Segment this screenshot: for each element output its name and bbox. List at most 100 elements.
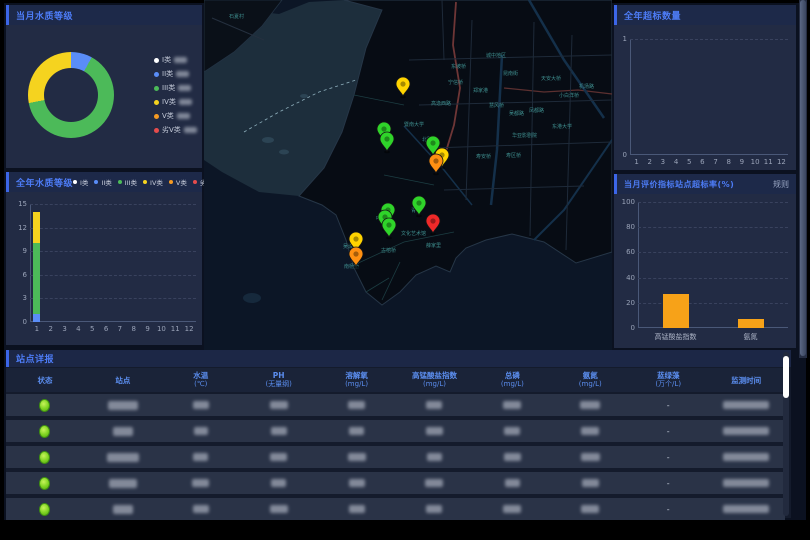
blurred-value <box>177 113 190 119</box>
blurred-value <box>426 427 443 435</box>
table-row[interactable]: - <box>6 446 785 468</box>
legend-item: III类 <box>154 83 197 93</box>
value-cell <box>240 479 318 487</box>
x-tick-label: 12 <box>185 325 194 333</box>
map-island-south <box>243 293 261 303</box>
column-header-状态: 状态 <box>6 376 84 385</box>
gridline <box>30 275 196 276</box>
stacked-bar-chart[interactable]: 03691215123456789101112 <box>30 204 196 322</box>
column-name: 高锰酸盐指数 <box>412 371 457 380</box>
donut-legend: I类II类III类IV类V类劣V类 <box>154 55 197 135</box>
value-cell <box>162 401 240 409</box>
time-cell <box>707 401 785 409</box>
station-table-panel: 站点详报 状态站点水温(℃)PH(无量纲)溶解氧(mg/L)高锰酸盐指数(mg/… <box>6 350 791 518</box>
city-map[interactable]: 石夏村城中地区东坡桥昆南街天安大桥宁信桥机场路郑家港小白洋桥高逸西路慧风桥凤都路… <box>204 0 612 352</box>
column-header-站点: 站点 <box>84 376 162 385</box>
value-cell <box>551 505 629 513</box>
blurred-value <box>184 127 197 133</box>
y-tick-label: 20 <box>619 299 635 307</box>
blurred-value <box>348 453 366 461</box>
legend-dot <box>154 114 159 119</box>
blurred-datetime <box>723 401 769 409</box>
column-header-氨氮: 氨氮(mg/L) <box>551 371 629 389</box>
gridline <box>30 228 196 229</box>
blurred-value <box>425 479 443 487</box>
table-row[interactable]: - <box>6 498 785 520</box>
legend-dot <box>154 128 159 133</box>
rate-bar[interactable] <box>663 294 689 328</box>
table-scrollbar-track[interactable] <box>783 352 789 516</box>
map-place-label: 吴都路 <box>509 110 524 117</box>
value-cell <box>396 505 474 513</box>
panel-title: 当月评价指标站点超标率(%) <box>624 179 734 190</box>
time-cell <box>707 427 785 435</box>
stacked-bar-segment[interactable] <box>33 243 40 314</box>
algae-cell: - <box>629 479 707 488</box>
x-tick-label: 3 <box>661 158 665 166</box>
x-tick-label: 6 <box>104 325 108 333</box>
empty-bar-chart[interactable]: 01123456789101112 <box>630 39 788 155</box>
table-row[interactable]: - <box>6 420 785 442</box>
blurred-datetime <box>723 427 769 435</box>
y-tick-label: 60 <box>619 248 635 256</box>
table-row[interactable]: - <box>6 394 785 416</box>
map-place-label: 东港大学 <box>552 123 572 130</box>
table-row[interactable]: - <box>6 472 785 494</box>
blurred-value <box>581 505 599 513</box>
stacked-bar-segment[interactable] <box>33 314 40 322</box>
panel-header: 全年水质等级 I类II类III类IV类V类劣V类 <box>6 172 202 192</box>
x-tick-label: 4 <box>76 325 80 333</box>
blurred-value <box>349 427 364 435</box>
legend-item: V类 <box>169 177 187 187</box>
legend-label: 劣V类 <box>162 125 181 135</box>
blurred-value <box>270 505 288 513</box>
map-place-label: 高逸西路 <box>431 100 451 107</box>
y-tick-label: 80 <box>619 223 635 231</box>
y-tick-label: 1 <box>611 35 627 43</box>
table-scrollbar-thumb[interactable] <box>783 356 789 398</box>
value-cell <box>318 479 396 487</box>
value-cell <box>551 401 629 409</box>
station-cell <box>84 427 162 436</box>
blurred-value <box>270 453 287 461</box>
rate-bar-chart[interactable]: 020406080100高锰酸盐指数氨氮 <box>638 202 788 328</box>
blurred-datetime <box>723 453 769 461</box>
gridline <box>638 252 788 253</box>
column-unit: (mg/L) <box>579 380 602 389</box>
y-tick-label: 3 <box>11 294 27 302</box>
value-cell <box>162 479 240 487</box>
chart-legend: I类II类III类IV类V类劣V类 <box>73 177 217 187</box>
x-axis-line <box>630 154 788 155</box>
legend-dot <box>118 180 122 184</box>
blurred-value <box>179 99 192 105</box>
status-cell <box>6 425 84 438</box>
page-scrollbar-track[interactable] <box>799 0 807 358</box>
rate-bar[interactable] <box>738 319 764 328</box>
value-cell <box>551 453 629 461</box>
column-header-溶解氧: 溶解氧(mg/L) <box>318 371 396 389</box>
blurred-value <box>193 505 209 513</box>
legend-dot <box>169 180 173 184</box>
legend-dot <box>73 180 77 184</box>
x-tick-label: 11 <box>764 158 773 166</box>
stacked-bar-segment[interactable] <box>33 212 40 243</box>
x-tick-label: 10 <box>751 158 760 166</box>
rule-link[interactable]: 规则 <box>773 179 789 190</box>
column-header-高锰酸盐指数: 高锰酸盐指数(mg/L) <box>396 371 474 389</box>
map-panel[interactable]: 石夏村城中地区东坡桥昆南街天安大桥宁信桥机场路郑家港小白洋桥高逸西路慧风桥凤都路… <box>204 0 612 352</box>
column-unit: (无量纲) <box>265 380 291 389</box>
blurred-value <box>348 401 365 409</box>
page-scrollbar-thumb[interactable] <box>800 0 806 356</box>
status-cell <box>6 477 84 490</box>
legend-dot <box>193 180 197 184</box>
blurred-value <box>581 453 600 461</box>
legend-item: I类 <box>154 55 197 65</box>
time-cell <box>707 453 785 461</box>
x-axis-line <box>30 321 196 322</box>
column-header-水温: 水温(℃) <box>162 371 240 389</box>
x-tick-label: 4 <box>674 158 678 166</box>
legend-dot <box>154 72 159 77</box>
status-normal-dot <box>39 399 50 412</box>
blurred-station-name <box>113 505 133 514</box>
blurred-value <box>174 57 187 63</box>
